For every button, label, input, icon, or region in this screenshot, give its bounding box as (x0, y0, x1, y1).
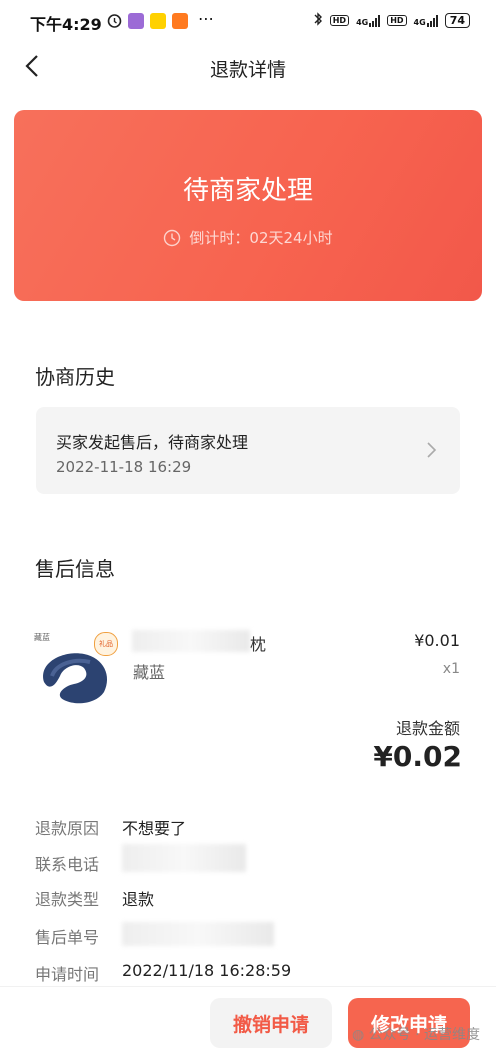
history-entry-card[interactable]: 买家发起售后，待商家处理 2022-11-18 16:29 (36, 407, 460, 494)
product-price: ¥0.01 (414, 631, 460, 650)
refund-amount-value: ¥0.02 (373, 740, 462, 773)
neck-pillow-image (43, 653, 108, 704)
phone-redacted (122, 844, 246, 872)
after-sale-section-title: 售后信息 (35, 557, 115, 581)
hd-badge-2: HD (387, 15, 407, 26)
product-name-redacted (132, 630, 250, 652)
detail-label: 联系电话 (35, 855, 100, 874)
product-name-suffix: 枕 (250, 635, 267, 654)
history-entry-title: 买家发起售后，待商家处理 (56, 433, 249, 452)
cancel-request-button[interactable]: 撤销申请 (210, 998, 332, 1048)
product-quantity: x1 (442, 661, 460, 677)
page-title: 退款详情 (209, 59, 286, 81)
detail-label: 退款类型 (35, 890, 100, 909)
detail-label: 退款原因 (35, 819, 100, 838)
clock-icon (164, 229, 181, 247)
history-entry-time: 2022-11-18 16:29 (56, 458, 192, 476)
wechat-icon: ◍ (351, 1027, 369, 1043)
signal-2-icon: 4G (413, 14, 438, 27)
meituan-notification-icon (150, 13, 166, 29)
network-type-1: 4G (356, 17, 369, 27)
refund-amount-label: 退款金额 (395, 719, 460, 738)
battery-indicator: 74 (444, 13, 470, 28)
status-time: 下午4:29 (30, 15, 102, 34)
apply-time-value: 2022/11/18 16:28:59 (122, 961, 292, 980)
taobao-notification-icon (172, 13, 188, 29)
chevron-right-icon (427, 442, 437, 458)
status-bar: 下午4:29 ⋯ HD 4G HD 4G 74 (0, 0, 496, 44)
product-variant: 藏蓝 (133, 663, 166, 682)
detail-label: 申请时间 (35, 965, 100, 984)
history-section-title: 协商历史 (35, 365, 115, 389)
status-right-group: HD 4G HD 4G 74 (313, 12, 470, 29)
order-number-redacted (122, 922, 274, 946)
refund-status: 待商家处理 (182, 176, 313, 206)
alarm-icon (106, 12, 123, 33)
network-type-2: 4G (413, 17, 426, 27)
bluetooth-icon (313, 12, 323, 29)
app-notification-icon (128, 13, 144, 29)
countdown-row: 倒计时：02天24小时 (14, 227, 482, 248)
signal-1-icon: 4G (356, 14, 381, 27)
product-thumbnail[interactable]: 藏蓝 礼品 (34, 632, 118, 708)
hd-badge-1: HD (329, 15, 350, 26)
refund-reason-value: 不想要了 (122, 819, 187, 838)
watermark: ◍ 公众号 · 运营维度 (351, 1027, 480, 1043)
refund-status-banner: 待商家处理 倒计时：02天24小时 (14, 110, 482, 301)
more-notifications-icon: ⋯ (198, 9, 214, 28)
detail-label: 售后单号 (35, 928, 100, 947)
countdown-text: 倒计时：02天24小时 (189, 229, 333, 247)
refund-type-value: 退款 (122, 890, 155, 909)
